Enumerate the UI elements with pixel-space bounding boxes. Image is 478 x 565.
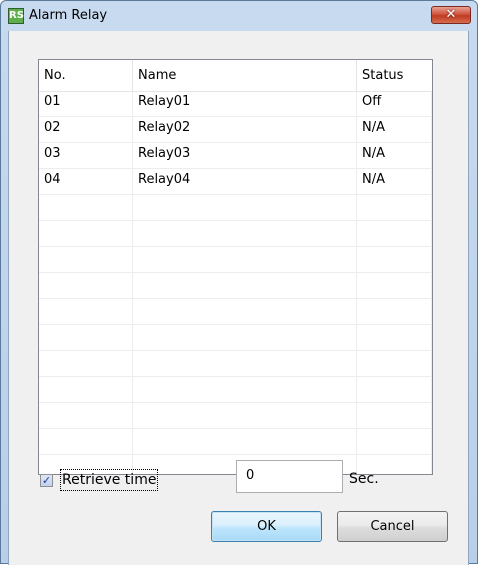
retrieve-time-label[interactable]: Retrieve time [60,469,159,491]
relay-list[interactable]: No. Name Status 01 Relay01 Off 02 Relay0… [38,59,433,475]
row-name: Relay02 [133,117,357,142]
table-row[interactable]: 03 Relay03 N/A [39,143,432,169]
empty-row [39,221,432,247]
ok-button[interactable]: OK [211,511,322,542]
column-header-status[interactable]: Status [357,60,432,91]
app-icon: RS [8,8,24,24]
column-header-no[interactable]: No. [39,60,133,91]
row-name: Relay04 [133,169,357,194]
empty-row [39,377,432,403]
empty-row [39,351,432,377]
row-status: N/A [357,117,432,142]
dialog-body: No. Name Status 01 Relay01 Off 02 Relay0… [8,31,469,565]
empty-row [39,299,432,325]
close-button[interactable]: ✕ [431,6,471,24]
row-status: Off [357,91,432,116]
seconds-unit-label: Sec. [349,471,379,487]
table-row[interactable]: 01 Relay01 Off [39,91,432,117]
table-row[interactable]: 02 Relay02 N/A [39,117,432,143]
retrieve-time-checkbox[interactable]: ✓ [40,474,53,487]
window-title: Alarm Relay [29,8,108,23]
row-no: 04 [39,169,133,194]
row-no: 02 [39,117,133,142]
empty-row [39,325,432,351]
empty-row [39,247,432,273]
retrieve-time-input[interactable]: 0 [236,460,343,493]
list-header: No. Name Status [39,60,432,92]
table-row[interactable]: 04 Relay04 N/A [39,169,432,195]
empty-row [39,273,432,299]
row-name: Relay03 [133,143,357,168]
title-bar[interactable]: RS Alarm Relay ✕ [1,1,477,31]
row-status: N/A [357,143,432,168]
row-no: 03 [39,143,133,168]
row-status: N/A [357,169,432,194]
alarm-relay-dialog: RS Alarm Relay ✕ No. Name Status 01 Rela… [0,0,478,565]
empty-row [39,429,432,455]
empty-row [39,403,432,429]
row-no: 01 [39,91,133,116]
row-name: Relay01 [133,91,357,116]
column-header-name[interactable]: Name [133,60,357,91]
empty-row [39,195,432,221]
cancel-button[interactable]: Cancel [337,511,448,542]
